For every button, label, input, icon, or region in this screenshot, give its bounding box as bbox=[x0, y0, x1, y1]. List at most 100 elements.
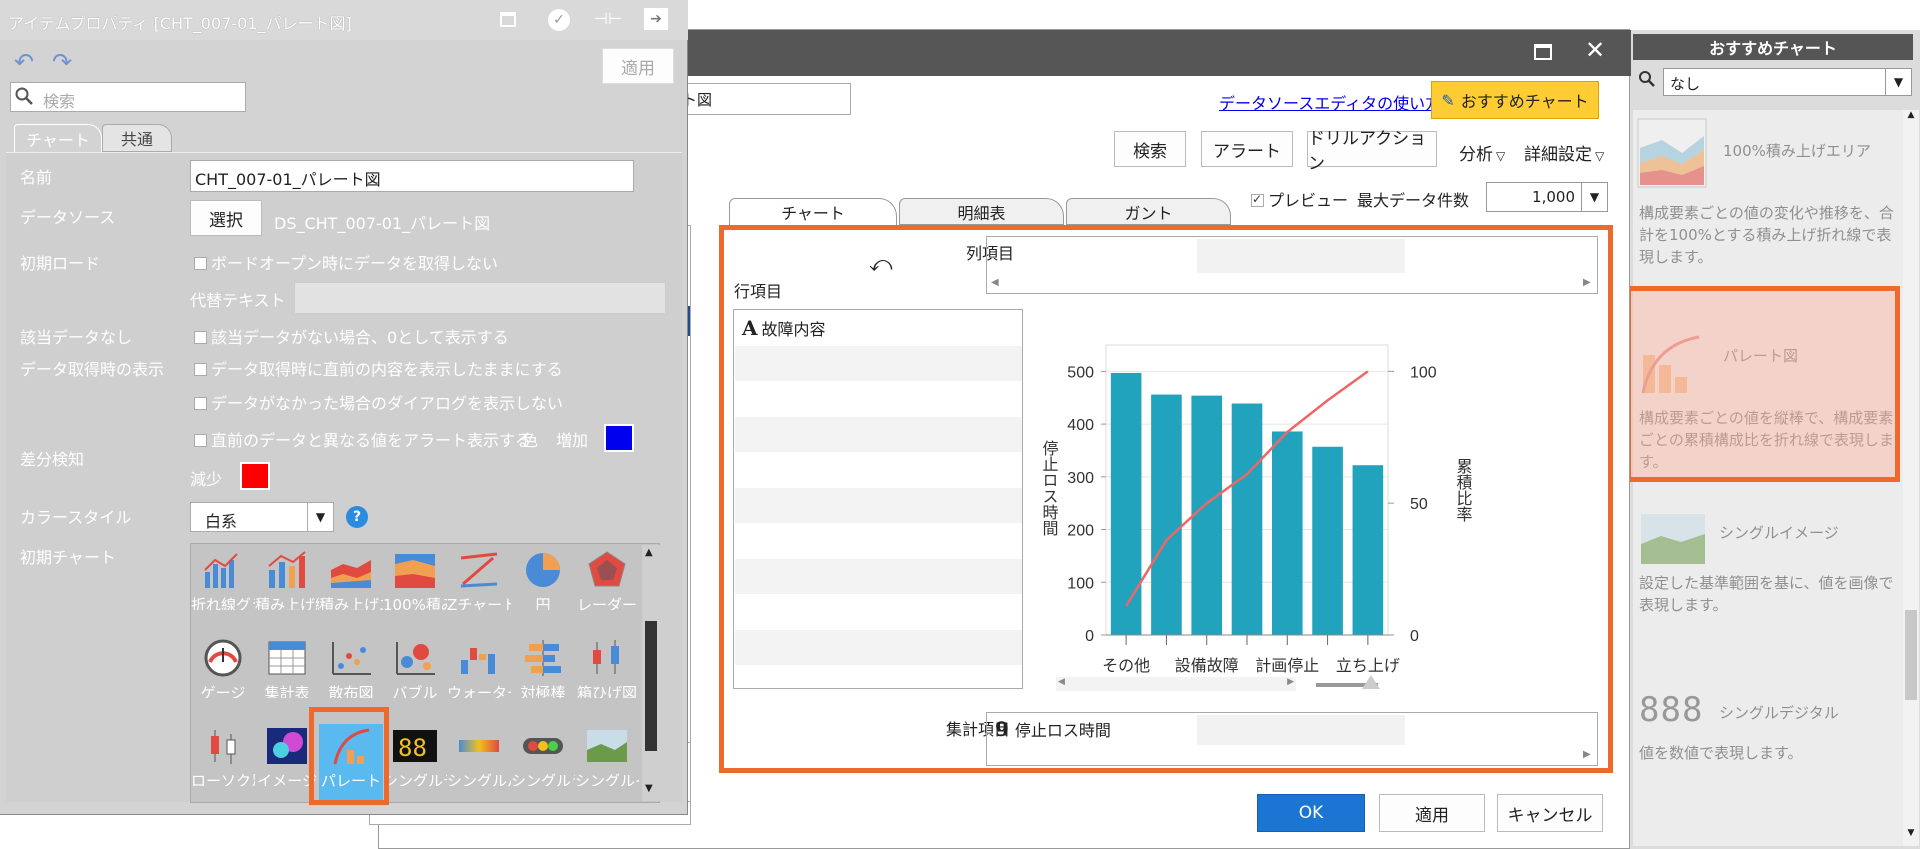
chart-type-icon bbox=[585, 638, 629, 678]
chart-grid-scrollbar[interactable]: ▲ ▼ bbox=[642, 545, 660, 801]
initial-load-checkbox[interactable]: ボードオープン時にデータを取得しない bbox=[194, 250, 498, 274]
scroll-left-icon[interactable]: ◀ bbox=[1058, 677, 1065, 687]
chart-scrollbar[interactable]: ◀ ▶ bbox=[1056, 677, 1296, 691]
scroll-up-icon[interactable]: ▲ bbox=[645, 547, 653, 558]
chart-type-option[interactable]: シングルランプ bbox=[511, 724, 575, 786]
pin-icon: ✎ bbox=[1441, 90, 1455, 110]
name-input[interactable]: CHT_007-01_パレート図 bbox=[190, 160, 634, 192]
recommend-filter-select[interactable]: なし ▼ bbox=[1663, 68, 1912, 96]
scroll-left-icon[interactable]: ◀ bbox=[991, 277, 999, 288]
chart-grid-scroll-thumb[interactable] bbox=[645, 621, 657, 751]
scroll-right-icon[interactable]: ▶ bbox=[1287, 677, 1294, 687]
chart-type-option[interactable]: 積み上げエリア bbox=[319, 548, 383, 610]
chart-type-option[interactable]: バブル bbox=[383, 636, 447, 698]
ok-button[interactable]: OK bbox=[1257, 794, 1365, 832]
redo-icon[interactable]: ↷ bbox=[52, 48, 72, 76]
apply-button[interactable]: 適用 bbox=[1379, 794, 1485, 832]
fetch-keep-checkbox[interactable]: データ取得時に直前の内容を表示したままにする bbox=[194, 356, 563, 380]
analysis-menu[interactable]: 分析 ▽ bbox=[1459, 140, 1505, 165]
scroll-right-icon[interactable]: ▶ bbox=[1583, 749, 1591, 760]
preview-checkbox[interactable]: プレビュー bbox=[1251, 187, 1348, 211]
drill-action-button[interactable]: ドリルアクション bbox=[1307, 129, 1437, 174]
tab-chart[interactable]: チャート bbox=[729, 198, 897, 225]
color-style-select[interactable]: 白系 ▼ bbox=[190, 502, 334, 532]
max-rows-select[interactable]: 1,000 ▼ bbox=[1486, 182, 1608, 212]
recommend-item[interactable]: 100%積み上げエリア 構成要素ごとの値の変化や推移を、合計を100%とする積み… bbox=[1633, 110, 1903, 275]
chart-type-option[interactable]: 対極棒 bbox=[511, 636, 575, 698]
row-stripe bbox=[735, 346, 1022, 381]
undo-icon[interactable]: ↶ bbox=[14, 48, 34, 76]
decrease-color-swatch[interactable] bbox=[240, 462, 270, 490]
chart-type-option[interactable]: 集計表 bbox=[255, 636, 319, 698]
alt-text-input[interactable] bbox=[294, 282, 666, 314]
tab-common[interactable]: 共通 bbox=[102, 124, 172, 152]
zoom-slider[interactable] bbox=[1316, 675, 1380, 689]
increase-color-swatch[interactable] bbox=[604, 424, 634, 452]
chart-type-option[interactable]: シングルイメージ bbox=[575, 724, 639, 786]
maximize-icon[interactable] bbox=[500, 12, 516, 27]
chart-type-option[interactable]: 折れ線グラフ bbox=[191, 548, 255, 610]
recommend-panel-title: おすすめチャート bbox=[1633, 34, 1913, 60]
checkbox[interactable] bbox=[194, 363, 207, 376]
search-input[interactable]: 検索 bbox=[10, 82, 246, 112]
zoom-slider-handle[interactable] bbox=[1362, 675, 1380, 689]
help-link[interactable]: データソースエディタの使い方 bbox=[1219, 90, 1441, 114]
tab-detail-table[interactable]: 明細表 bbox=[899, 198, 1064, 225]
chart-type-option[interactable]: 88 シングルデジタル bbox=[383, 724, 447, 786]
chart-type-option[interactable]: シングルバー bbox=[447, 724, 511, 786]
chart-type-option[interactable]: 箱ひげ図 bbox=[575, 636, 639, 698]
detail-settings-menu[interactable]: 詳細設定 ▽ bbox=[1524, 140, 1604, 165]
chart-type-option[interactable]: ウォーターフォール bbox=[447, 636, 511, 698]
chart-type-option[interactable]: 円 bbox=[511, 548, 575, 610]
checkbox[interactable] bbox=[194, 397, 207, 410]
checkbox-checked[interactable] bbox=[1251, 192, 1264, 207]
recommend-chart-button[interactable]: ✎ おすすめチャート bbox=[1431, 81, 1599, 119]
tab-chart[interactable]: チャート bbox=[14, 124, 102, 152]
chart-type-option[interactable]: レーダー bbox=[575, 548, 639, 610]
chart-type-option[interactable]: 散布図 bbox=[319, 636, 383, 698]
checkbox[interactable] bbox=[194, 257, 207, 270]
check-circle-icon[interactable]: ✓ bbox=[548, 9, 570, 31]
select-datasource-button[interactable]: 選択 bbox=[190, 200, 262, 236]
scroll-up-icon[interactable]: ▲ bbox=[1903, 110, 1919, 126]
x-tick-label: その他 bbox=[1102, 657, 1150, 675]
recommend-item[interactable]: 888 シングルデジタル 値を数値で表現します。 bbox=[1633, 680, 1903, 780]
chart-type-option[interactable]: Zチャート bbox=[447, 548, 511, 610]
recommend-item[interactable]: シングルイメージ 設定した基準範囲を基に、値を画像で表現します。 bbox=[1633, 500, 1903, 650]
recommend-scrollbar[interactable]: ▲ ▼ bbox=[1903, 110, 1919, 846]
sum-field-chip[interactable]: 9 停止ロス時間 bbox=[995, 717, 1111, 741]
scroll-down-icon[interactable]: ▼ bbox=[1903, 828, 1919, 844]
search-button[interactable]: 検索 bbox=[1114, 131, 1186, 167]
apply-button[interactable]: 適用 bbox=[602, 48, 674, 84]
scroll-right-icon[interactable]: ▶ bbox=[1583, 277, 1591, 288]
close-icon[interactable]: ✕ bbox=[1585, 36, 1605, 64]
recommend-scroll-thumb[interactable] bbox=[1905, 610, 1917, 700]
swap-axes-icon[interactable]: ⤺ bbox=[869, 252, 893, 277]
checkbox[interactable] bbox=[194, 434, 207, 447]
chart-type-option[interactable]: ローソク足 bbox=[191, 724, 255, 786]
checkbox[interactable] bbox=[194, 331, 207, 344]
help-icon[interactable]: ? bbox=[346, 506, 368, 528]
row-field-chip[interactable]: A 故障内容 bbox=[742, 316, 826, 340]
pin-icon[interactable]: ⊣⊢ bbox=[594, 9, 622, 28]
chart-type-option[interactable]: 積み上げ縦棒 bbox=[255, 548, 319, 610]
no-dialog-checkbox[interactable]: データがなかった場合のダイアログを表示しない bbox=[194, 390, 563, 414]
chart-type-icon bbox=[585, 550, 629, 590]
recommend-chart-label: おすすめチャート bbox=[1460, 92, 1589, 111]
alert-button[interactable]: アラート bbox=[1201, 131, 1293, 167]
chart-type-option[interactable]: 100%積み上げエリア bbox=[383, 548, 447, 610]
chart-type-icon: 88 bbox=[393, 726, 437, 766]
tab-gantt[interactable]: ガント bbox=[1066, 198, 1231, 225]
scroll-down-icon[interactable]: ▼ bbox=[645, 783, 653, 794]
tab-gantt-label: ガント bbox=[1124, 203, 1173, 223]
chart-type-option[interactable]: ゲージ bbox=[191, 636, 255, 698]
dock-icon[interactable]: ➔ bbox=[644, 8, 668, 30]
column-items-dropzone[interactable]: ◀ ▶ bbox=[986, 236, 1598, 294]
no-data-checkbox[interactable]: 該当データがない場合、0として表示する bbox=[194, 324, 509, 348]
chart-type-label: Zチャート bbox=[447, 596, 511, 610]
cancel-button[interactable]: キャンセル bbox=[1497, 794, 1603, 832]
row-items-dropzone[interactable]: A 故障内容 bbox=[733, 309, 1023, 689]
diff-alert-checkbox[interactable]: 直前のデータと異なる値をアラート表示する bbox=[194, 427, 531, 451]
sum-items-dropzone[interactable]: 9 停止ロス時間 ▶ bbox=[986, 712, 1598, 766]
maximize-icon[interactable] bbox=[1534, 44, 1552, 60]
